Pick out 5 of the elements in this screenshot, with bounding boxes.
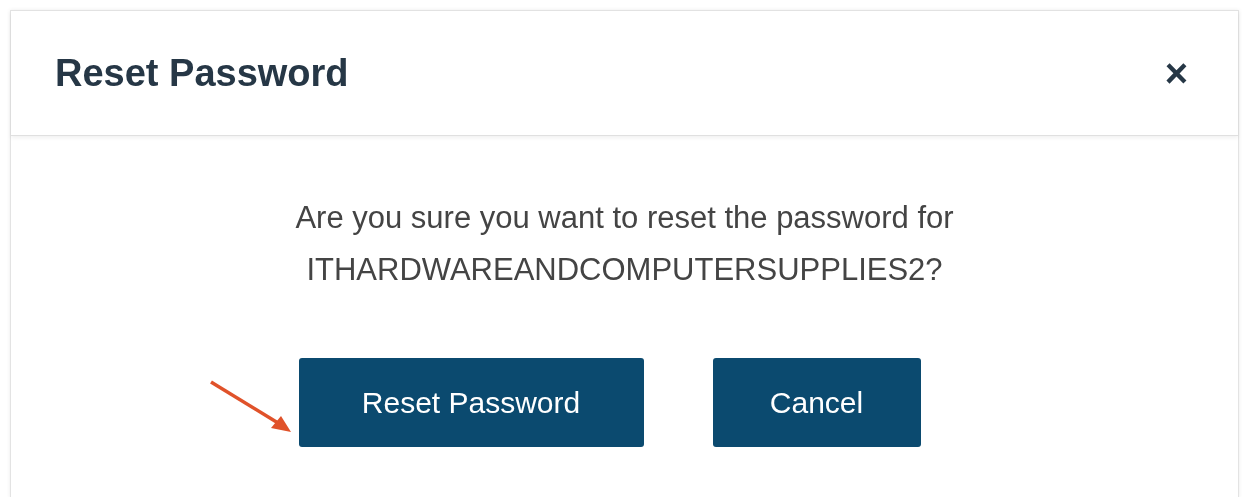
close-button[interactable]: × xyxy=(1164,53,1188,93)
confirmation-message: Are you sure you want to reset the password for ITHARDWAREANDCOMPUTERSUPPLIES2? xyxy=(294,199,955,289)
cancel-button[interactable]: Cancel xyxy=(712,358,921,447)
dialog-title: Reset Password xyxy=(55,51,349,95)
reset-password-button[interactable]: Reset Password xyxy=(298,358,644,447)
